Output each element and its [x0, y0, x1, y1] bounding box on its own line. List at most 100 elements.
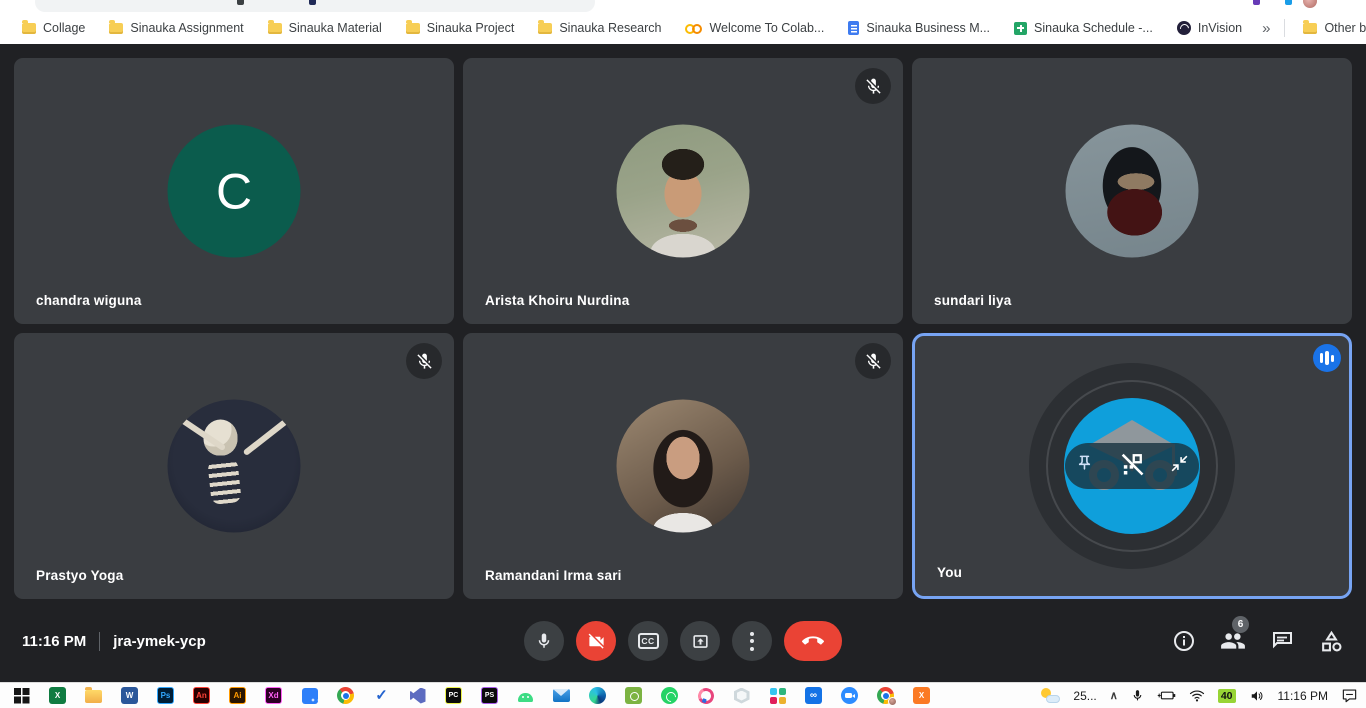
weather-widget[interactable]	[1040, 688, 1060, 703]
audio-level-badge	[1313, 344, 1341, 372]
tray-expand-chevron[interactable]: ∧	[1110, 689, 1118, 702]
activities-icon	[1319, 629, 1344, 654]
windows-logo-icon	[14, 688, 21, 695]
explorer-folder-icon	[85, 690, 102, 703]
taskbar-xampp-icon[interactable]: X	[913, 687, 930, 704]
bookmark-label: Sinauka Schedule -...	[1034, 21, 1153, 35]
taskbar-illustrator-icon[interactable]: Ai	[229, 687, 246, 704]
mic-off-icon	[864, 77, 883, 96]
camera-off-button[interactable]	[576, 621, 616, 661]
taskbar-file-explorer-icon[interactable]	[85, 687, 102, 704]
action-center-icon[interactable]	[1341, 688, 1358, 703]
tray-wifi-icon[interactable]	[1189, 689, 1205, 702]
taskbar-excel-icon[interactable]: X	[49, 687, 66, 704]
folder-icon	[1303, 23, 1317, 34]
other-bookmarks-button[interactable]: Other bookmarks	[1291, 15, 1366, 41]
captions-button[interactable]: CC	[628, 621, 668, 661]
taskbar-phpstorm-icon[interactable]: PS	[481, 687, 498, 704]
taskbar-edge-icon[interactable]	[589, 687, 606, 704]
bookmark-collage[interactable]: Collage	[10, 15, 97, 41]
bookmark-sinauka-project[interactable]: Sinauka Project	[394, 15, 527, 41]
participant-name: Ramandani Irma sari	[485, 568, 622, 583]
tray-mic-icon[interactable]	[1131, 688, 1144, 703]
present-off-icon	[1118, 450, 1146, 478]
chat-button[interactable]	[1269, 628, 1295, 654]
taskbar-chrome-icon[interactable]	[337, 687, 354, 704]
taskbar-hexagon-app-icon[interactable]	[733, 687, 750, 704]
tile-sundari-liya[interactable]: sundari liya	[912, 58, 1352, 324]
taskbar-word-icon[interactable]: W	[121, 687, 138, 704]
taskbar-creative-cloud-icon[interactable]: ∞	[805, 687, 822, 704]
folder-icon	[406, 23, 420, 34]
bookmark-sinauka-material[interactable]: Sinauka Material	[256, 15, 394, 41]
start-button[interactable]	[13, 687, 30, 704]
present-button[interactable]	[680, 621, 720, 661]
bookmark-label: Sinauka Research	[559, 21, 661, 35]
tile-chandra-wiguna[interactable]: C chandra wiguna	[14, 58, 454, 324]
bookmark-sinauka-research[interactable]: Sinauka Research	[526, 15, 673, 41]
tile-prastyo-yoga[interactable]: Prastyo Yoga	[14, 333, 454, 599]
taskbar-calendar-app-icon[interactable]	[301, 687, 318, 704]
end-call-button[interactable]	[784, 621, 842, 661]
tray-battery-icon[interactable]	[1157, 689, 1176, 702]
visual-studio-logo-icon	[410, 688, 426, 704]
taskbar-slack-icon[interactable]	[769, 687, 786, 704]
present-off-button[interactable]	[1118, 450, 1146, 483]
taskbar-chrome-profile-icon[interactable]	[877, 687, 894, 704]
tile-ramandani-irma-sari[interactable]: Ramandani Irma sari	[463, 333, 903, 599]
extension-icon-sliver	[1253, 0, 1260, 5]
meet-stage: C chandra wiguna Arista Khoiru Nurdina s…	[0, 44, 1366, 682]
tile-you[interactable]: You	[912, 333, 1352, 599]
taskbar-camera-app-icon[interactable]	[625, 687, 642, 704]
bookmarks-separator	[1284, 19, 1285, 37]
folder-icon	[22, 23, 36, 34]
tray-volume-icon[interactable]	[1249, 689, 1265, 703]
bookmark-sinauka-assignment[interactable]: Sinauka Assignment	[97, 15, 255, 41]
taskbar-adobe-xd-icon[interactable]: Xd	[265, 687, 282, 704]
bookmarks-bar: Collage Sinauka Assignment Sinauka Mater…	[0, 12, 1366, 44]
bookmark-colab[interactable]: Welcome To Colab...	[673, 15, 836, 41]
battery-percent-badge[interactable]: 40	[1218, 689, 1236, 703]
camera-icon	[625, 687, 642, 704]
bookmark-label: Sinauka Business M...	[866, 21, 990, 35]
bookmarks-overflow-chevron[interactable]: »	[1254, 20, 1278, 37]
mic-button[interactable]	[524, 621, 564, 661]
taskbar-animate-icon[interactable]: An	[193, 687, 210, 704]
skeleton-ribs-shape	[207, 458, 241, 505]
taskbar-visual-studio-icon[interactable]	[409, 687, 426, 704]
activities-button[interactable]	[1318, 628, 1344, 654]
people-button[interactable]: 6	[1220, 628, 1246, 654]
bookmark-label: Sinauka Material	[289, 21, 382, 35]
taskbar-mail-icon[interactable]	[553, 687, 570, 704]
taskbar-pycharm-icon[interactable]: PC	[445, 687, 462, 704]
extension-icon-sliver	[237, 0, 244, 5]
more-options-button[interactable]	[732, 621, 772, 661]
bookmarks-right-group: » Other bookmarks	[1254, 15, 1366, 41]
taskbar-design-tool-icon[interactable]	[697, 687, 714, 704]
taskbar-android-icon[interactable]	[517, 687, 534, 704]
meeting-panels: 6	[1171, 628, 1344, 654]
taskbar-photoshop-icon[interactable]: Ps	[157, 687, 174, 704]
bookmark-invision[interactable]: InVision	[1165, 15, 1254, 41]
meeting-details[interactable]: 11:16 PM jra-ymek-ycp	[22, 600, 206, 682]
profile-badge	[888, 697, 897, 706]
taskbar-zoom-app-icon[interactable]	[841, 687, 858, 704]
tile-arista-khoiru-nurdina[interactable]: Arista Khoiru Nurdina	[463, 58, 903, 324]
taskbar-todo-check-icon[interactable]: ✓	[373, 687, 390, 704]
bookmark-label: Collage	[43, 21, 85, 35]
extension-icon-sliver	[309, 0, 316, 5]
info-button[interactable]	[1171, 628, 1197, 654]
participant-name: You	[937, 565, 962, 580]
meeting-code-label: jra-ymek-ycp	[113, 633, 206, 650]
camera-off-icon	[587, 632, 606, 651]
mic-off-icon	[415, 352, 434, 371]
bookmark-sinauka-schedule[interactable]: Sinauka Schedule -...	[1002, 15, 1165, 41]
tray-clock-label[interactable]: 11:16 PM	[1278, 689, 1328, 703]
minimize-tile-button[interactable]	[1170, 454, 1189, 478]
pin-participant-button[interactable]	[1075, 454, 1094, 478]
browser-profile-avatar[interactable]	[1303, 0, 1317, 8]
bookmark-sinauka-business[interactable]: Sinauka Business M...	[836, 15, 1002, 41]
tile-hover-actions	[1065, 443, 1199, 489]
taskbar-whatsapp-icon[interactable]	[661, 687, 678, 704]
weather-temp-label[interactable]: 25...	[1073, 689, 1096, 703]
